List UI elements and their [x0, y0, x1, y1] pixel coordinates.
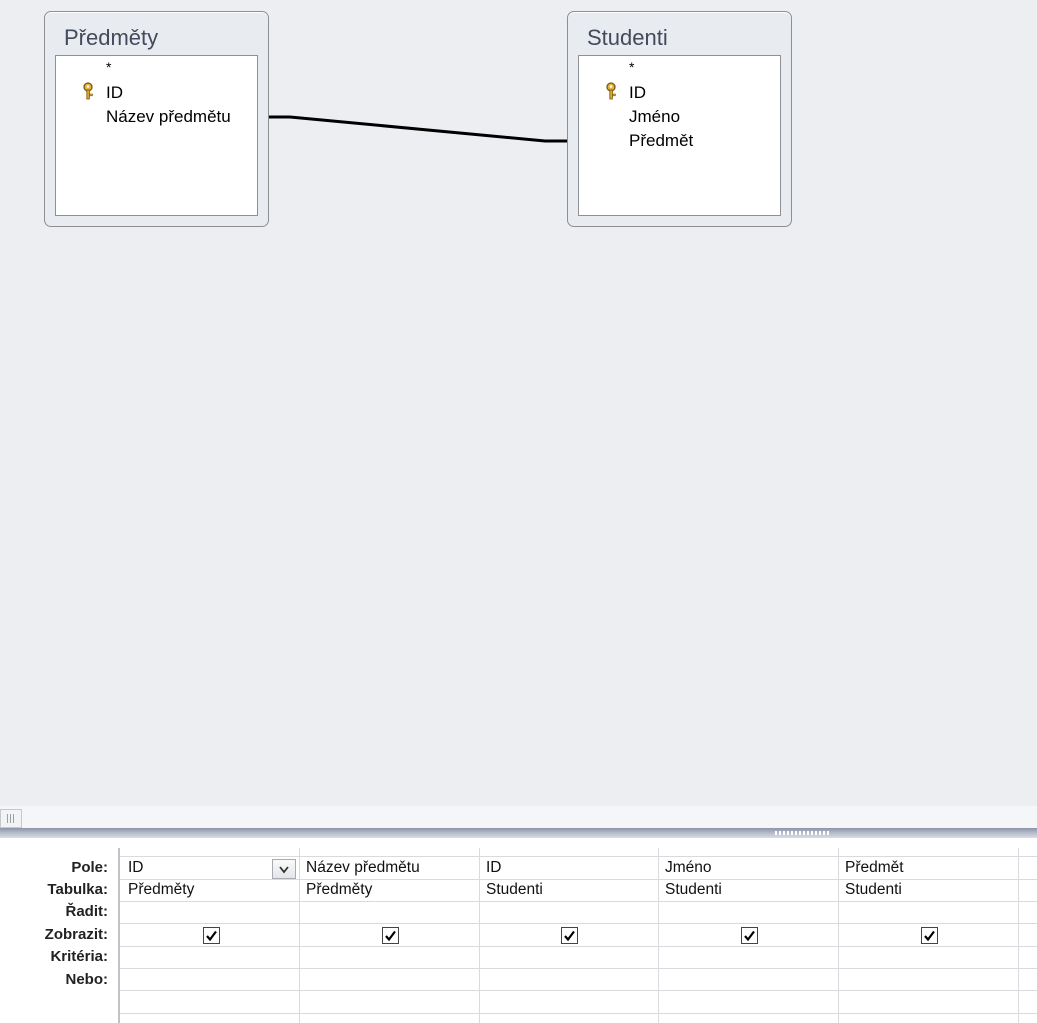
field-predmet[interactable]: Předmět [629, 131, 693, 151]
table-predmety[interactable]: Předměty * ID Název předmětu [44, 11, 269, 227]
query-grid[interactable]: Pole: Tabulka: Řadit: Zobrazit: Kritéria… [0, 838, 1037, 1023]
scroll-thumb[interactable] [0, 809, 22, 828]
row-label-field: Pole: [71, 859, 108, 876]
row-label-table: Tabulka: [47, 881, 108, 898]
field-list[interactable]: * ID Název předmětu [55, 55, 258, 216]
key-icon [606, 82, 616, 100]
grid-field-5[interactable]: Předmět [845, 859, 904, 877]
show-checkbox-4[interactable] [741, 927, 758, 944]
row-label-criteria: Kritéria: [50, 948, 108, 965]
checkmark-icon [924, 930, 935, 942]
field-id[interactable]: ID [106, 83, 123, 103]
field-jmeno[interactable]: Jméno [629, 107, 680, 127]
splitter-grip[interactable] [775, 831, 829, 835]
grid-table-2[interactable]: Předměty [306, 881, 372, 899]
checkmark-icon [206, 930, 217, 942]
table-title[interactable]: Studenti [587, 25, 668, 51]
field-list[interactable]: * ID Jméno Předmět [578, 55, 781, 216]
row-label-or: Nebo: [65, 971, 109, 988]
show-checkbox-2[interactable] [382, 927, 399, 944]
grid-table-1[interactable]: Předměty [128, 881, 194, 899]
row-label-sort: Řadit: [65, 903, 109, 920]
table-title[interactable]: Předměty [64, 25, 158, 51]
checkmark-icon [385, 930, 396, 942]
horizontal-scrollbar[interactable] [0, 806, 1037, 828]
chevron-down-icon[interactable] [272, 859, 296, 879]
grid-table-3[interactable]: Studenti [486, 881, 543, 899]
grid-table-4[interactable]: Studenti [665, 881, 722, 899]
checkmark-icon [744, 930, 755, 942]
pane-splitter[interactable] [0, 828, 1037, 838]
show-checkbox-5[interactable] [921, 927, 938, 944]
show-checkbox-3[interactable] [561, 927, 578, 944]
field-all[interactable]: * [106, 59, 111, 75]
grid-field-1[interactable]: ID [128, 859, 144, 877]
grid-field-4[interactable]: Jméno [665, 859, 712, 877]
design-grid[interactable]: ID Předměty Název předmětu Předměty ID S… [118, 848, 1037, 1023]
grid-field-3[interactable]: ID [486, 859, 502, 877]
field-all[interactable]: * [629, 59, 634, 75]
query-design-area[interactable]: Předměty * ID Název předmětu Studenti * … [0, 0, 1037, 806]
grid-table-5[interactable]: Studenti [845, 881, 902, 899]
table-studenti[interactable]: Studenti * ID Jméno Předmět [567, 11, 792, 227]
checkmark-icon [564, 930, 575, 942]
key-icon [83, 82, 93, 100]
row-label-show: Zobrazit: [44, 926, 108, 943]
field-nazev-predmetu[interactable]: Název předmětu [106, 107, 231, 127]
show-checkbox-1[interactable] [203, 927, 220, 944]
field-id[interactable]: ID [629, 83, 646, 103]
grid-field-2[interactable]: Název předmětu [306, 859, 420, 877]
